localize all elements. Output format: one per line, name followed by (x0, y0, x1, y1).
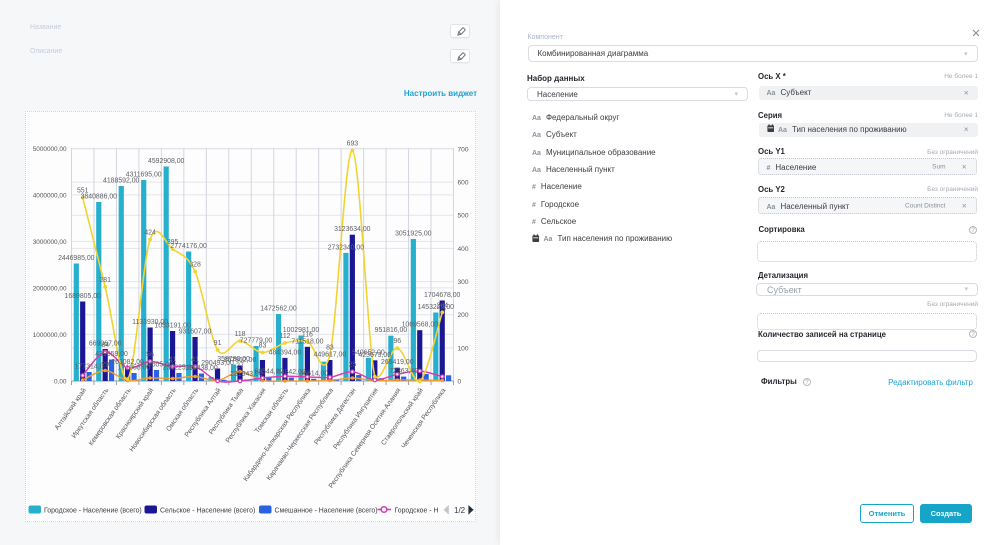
svg-text:72363,40: 72363,40 (389, 368, 418, 375)
svg-text:423673,00: 423673,00 (359, 352, 392, 359)
svg-text:3000000,00: 3000000,00 (33, 239, 67, 246)
svg-text:41: 41 (169, 357, 177, 364)
svg-text:204: 204 (437, 302, 449, 309)
svg-text:41: 41 (191, 357, 199, 364)
svg-text:112: 112 (280, 333, 291, 340)
svg-text:711518,00: 711518,00 (291, 338, 323, 345)
svg-text:931607,00: 931607,00 (179, 329, 212, 336)
svg-text:4188592,00: 4188592,00 (103, 178, 140, 185)
svg-text:3123634,00: 3123634,00 (334, 226, 371, 233)
svg-text:3051925,00: 3051925,00 (395, 231, 432, 238)
svg-text:600: 600 (458, 180, 469, 187)
svg-text:400: 400 (458, 246, 469, 253)
svg-text:Красноярский край: Красноярский край (114, 386, 155, 440)
svg-text:116: 116 (302, 332, 313, 339)
svg-text:4592908,00: 4592908,00 (148, 158, 185, 165)
svg-text:1689805,00: 1689805,00 (64, 293, 101, 300)
svg-text:177314,0: 177314,0 (75, 364, 104, 371)
svg-text:500: 500 (458, 213, 469, 220)
svg-text:Смешанное - Население (всего): Смешанное - Население (всего) (275, 507, 378, 514)
svg-text:2732340,00: 2732340,00 (328, 244, 365, 251)
svg-text:449617,00: 449617,00 (314, 352, 347, 359)
svg-text:424: 424 (144, 230, 156, 237)
svg-text:727779,00: 727779,00 (240, 338, 273, 345)
svg-text:Городское - Население (всего): Городское - Население (всего) (44, 507, 142, 514)
svg-text:1000000,00: 1000000,00 (33, 332, 67, 339)
svg-text:29: 29 (101, 362, 109, 369)
svg-text:3840886,00: 3840886,00 (81, 194, 118, 201)
svg-text:281: 281 (99, 277, 111, 284)
svg-text:265419,00: 265419,00 (381, 359, 414, 366)
svg-text:0,00: 0,00 (54, 378, 67, 385)
svg-text:91: 91 (214, 340, 222, 347)
svg-text:Ставропольский край: Ставропольский край (379, 386, 425, 446)
svg-text:0: 0 (458, 378, 462, 385)
svg-text:1/2: 1/2 (454, 506, 466, 515)
svg-text:4311695,00: 4311695,00 (126, 172, 162, 179)
svg-text:100: 100 (458, 345, 469, 352)
svg-text:484394,00: 484394,00 (269, 349, 302, 356)
svg-text:96: 96 (393, 338, 401, 345)
svg-text:27: 27 (236, 363, 244, 370)
svg-text:83: 83 (326, 345, 334, 352)
svg-text:1472562,00: 1472562,00 (260, 306, 297, 313)
svg-text:84: 84 (101, 342, 109, 349)
svg-text:Республика Хакасия: Республика Хакасия (224, 386, 268, 444)
svg-text:Кемеровская область: Кемеровская область (87, 386, 133, 447)
svg-text:25: 25 (349, 362, 357, 369)
svg-text:200: 200 (458, 312, 469, 319)
svg-text:4000000,00: 4000000,00 (33, 192, 67, 199)
svg-text:Сельское - Население (всего): Сельское - Население (всего) (160, 507, 255, 514)
svg-text:700: 700 (458, 146, 469, 153)
svg-text:Городское - Н: Городское - Н (395, 507, 439, 514)
svg-text:439359,00: 439359,00 (95, 351, 128, 358)
svg-text:693: 693 (347, 141, 359, 148)
svg-text:5000000,00: 5000000,00 (33, 146, 67, 153)
svg-text:328: 328 (189, 262, 201, 269)
svg-text:1704678,00: 1704678,00 (424, 292, 461, 299)
svg-text:56: 56 (146, 352, 154, 359)
svg-text:2446985,00: 2446985,00 (58, 255, 95, 262)
svg-text:1069568,00: 1069568,00 (402, 322, 439, 329)
svg-text:83: 83 (259, 343, 267, 350)
svg-text:Республика Ингушетия: Республика Ингушетия (332, 386, 381, 451)
svg-text:Республика Дагестан: Республика Дагестан (312, 386, 357, 446)
svg-text:Новосибирская область: Новосибирская область (128, 386, 178, 453)
svg-text:36614,00: 36614,00 (299, 370, 328, 377)
svg-text:300: 300 (458, 279, 469, 286)
svg-text:Чеченская Республика: Чеченская Республика (400, 386, 448, 450)
svg-text:2774176,00: 2774176,00 (170, 243, 207, 250)
svg-text:2000000,00: 2000000,00 (33, 285, 67, 292)
